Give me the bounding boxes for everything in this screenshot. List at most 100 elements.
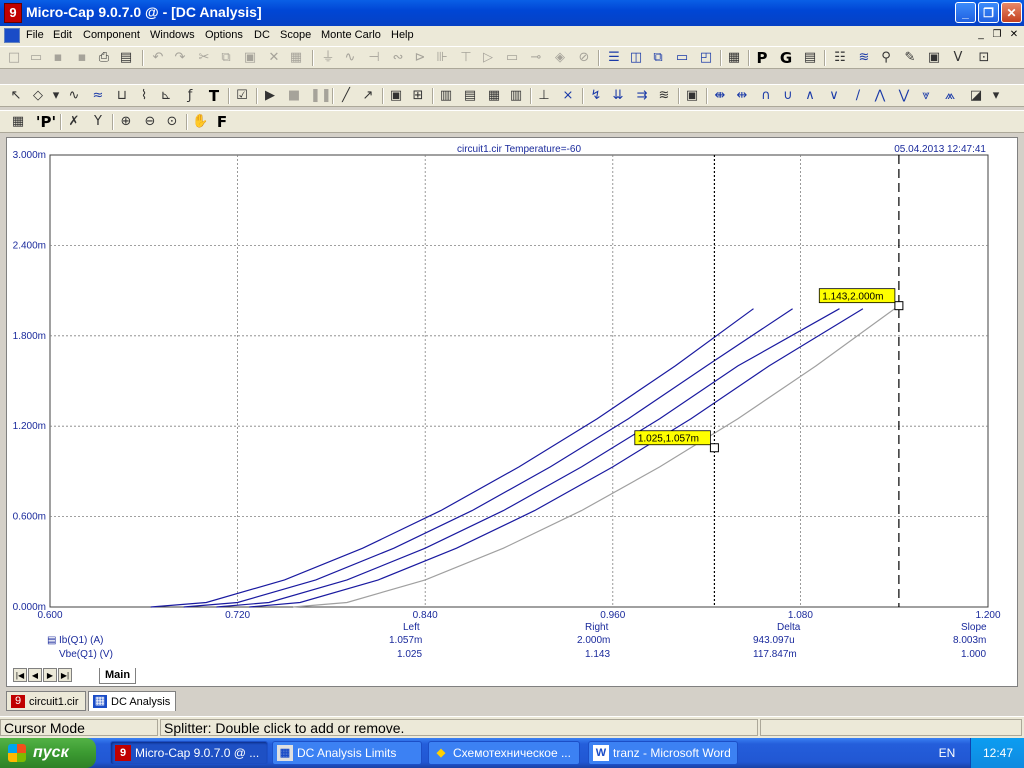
- display-icon[interactable]: ▣: [926, 50, 942, 66]
- grid-icon[interactable]: ⊞: [410, 88, 426, 104]
- task-schematic[interactable]: ◆ Схемотехническое ...: [428, 741, 580, 765]
- task-word[interactable]: W tranz - Microsoft Word: [588, 741, 738, 765]
- pause-icon[interactable]: ❚❚: [310, 88, 332, 104]
- save-icon[interactable]: ▪: [50, 50, 66, 66]
- paste-icon[interactable]: ▣: [242, 50, 258, 66]
- flag-icon[interactable]: ⊸: [528, 50, 544, 66]
- low-icon[interactable]: ∨: [826, 88, 842, 104]
- menu-windows[interactable]: Windows: [150, 29, 195, 41]
- open-file-icon[interactable]: ▭: [28, 50, 44, 66]
- resistor-icon[interactable]: ∿: [342, 50, 358, 66]
- select-all-icon[interactable]: ▦: [288, 50, 304, 66]
- print-preview-icon[interactable]: ▤: [118, 50, 134, 66]
- tab-circuit1[interactable]: 9 circuit1.cir: [6, 691, 86, 711]
- tile-vertical-icon[interactable]: ◫: [628, 50, 644, 66]
- probe-pin-icon[interactable]: ⚲: [878, 50, 894, 66]
- save-all-icon[interactable]: ▪: [74, 50, 90, 66]
- pen-icon[interactable]: ✎: [902, 50, 918, 66]
- dropdown-icon[interactable]: ▾: [48, 88, 64, 104]
- probe-icon[interactable]: ⊘: [576, 50, 592, 66]
- minimize-button[interactable]: _: [955, 2, 976, 23]
- monitor-icon[interactable]: ▣: [684, 88, 700, 104]
- tab-dc-analysis[interactable]: ▦ DC Analysis: [88, 691, 176, 711]
- run-icon[interactable]: ▶: [262, 88, 278, 104]
- mdi-restore-button[interactable]: ❐: [990, 29, 1004, 42]
- menu-options[interactable]: Options: [205, 29, 243, 41]
- ground-icon[interactable]: ⏚: [320, 50, 336, 66]
- cursor-cross-icon[interactable]: ⨯: [560, 88, 576, 104]
- waveform-icon[interactable]: ≋: [856, 50, 872, 66]
- select-arrow-icon[interactable]: ↖: [8, 88, 24, 104]
- mdi-document-icon[interactable]: [4, 28, 20, 43]
- inductor-icon[interactable]: ∾: [390, 50, 406, 66]
- window-split-icon[interactable]: ◰: [698, 50, 714, 66]
- global-low-icon[interactable]: ⋁: [896, 88, 912, 104]
- arrow-line-icon[interactable]: ↗: [360, 88, 376, 104]
- cursor-mode-icon[interactable]: ≈: [90, 88, 106, 104]
- language-indicator[interactable]: EN: [932, 738, 962, 768]
- vd-icon[interactable]: V: [950, 50, 966, 66]
- top-icon[interactable]: ⩔: [918, 88, 934, 104]
- redo-icon[interactable]: ↷: [172, 50, 188, 66]
- opamp-icon[interactable]: ▷: [480, 50, 496, 66]
- zoom-fit-icon[interactable]: ⊡: [976, 50, 992, 66]
- maximize-button[interactable]: ❐: [978, 2, 999, 23]
- palette-icon[interactable]: ◪: [968, 88, 984, 104]
- menu-monte-carlo[interactable]: Monte Carlo: [321, 29, 381, 41]
- global-high-icon[interactable]: ⋀: [872, 88, 888, 104]
- page-tab-main[interactable]: Main: [99, 668, 137, 684]
- transistor-icon[interactable]: ⊤: [458, 50, 474, 66]
- zoom-in-icon[interactable]: ⊕: [118, 114, 134, 130]
- cursor-right-icon[interactable]: ⇊: [610, 88, 626, 104]
- cursor-left-icon[interactable]: ↯: [588, 88, 604, 104]
- g-icon[interactable]: G: [778, 50, 794, 66]
- text-tool-icon[interactable]: T: [206, 88, 222, 104]
- fine-grid-icon[interactable]: ▥: [438, 88, 454, 104]
- bold-grid-icon[interactable]: ▦: [486, 88, 502, 104]
- numeric-output-icon[interactable]: ▦: [10, 114, 26, 130]
- close-button[interactable]: ✕: [1001, 2, 1022, 23]
- y-scale-icon[interactable]: Y: [90, 114, 106, 130]
- shapes-icon[interactable]: ◇: [30, 88, 46, 104]
- new-file-icon[interactable]: □: [6, 50, 22, 66]
- fo-icon[interactable]: ƒ: [182, 88, 198, 104]
- menu-scope[interactable]: Scope: [280, 29, 311, 41]
- cursor-move-icon[interactable]: ⇉: [634, 88, 650, 104]
- menu-component[interactable]: Component: [83, 29, 140, 41]
- window-icon[interactable]: ▭: [674, 50, 690, 66]
- component-list-icon[interactable]: ☷: [832, 50, 848, 66]
- inflection-icon[interactable]: ∕: [850, 88, 866, 104]
- valley-icon[interactable]: ∪: [780, 88, 796, 104]
- cursor-table-color-box[interactable]: ▤: [47, 635, 56, 646]
- pan-icon[interactable]: ✋: [192, 114, 208, 130]
- print-icon[interactable]: ⎙: [96, 50, 112, 66]
- frame-icon[interactable]: ▣: [388, 88, 404, 104]
- tag-icon[interactable]: ⊾: [158, 88, 174, 104]
- page-last-button[interactable]: ▶|: [58, 668, 72, 682]
- bottom-icon[interactable]: ⩕: [942, 88, 958, 104]
- diode-icon[interactable]: ⊳: [412, 50, 428, 66]
- menu-help[interactable]: Help: [391, 29, 414, 41]
- undo-icon[interactable]: ↶: [150, 50, 166, 66]
- plot-window[interactable]: 0.600 0.720 0.840 0.960 1.080 1.200 0.000m 0.60…: [6, 137, 1018, 687]
- zoom-extents-icon[interactable]: ⊙: [164, 114, 180, 130]
- page-first-button[interactable]: |◀: [13, 668, 27, 682]
- menu-file[interactable]: File: [26, 29, 44, 41]
- stop-icon[interactable]: ■: [286, 88, 302, 104]
- capacitor-icon[interactable]: ⊣: [366, 50, 382, 66]
- tracker-icon[interactable]: ≋: [656, 88, 672, 104]
- p-prime-icon[interactable]: 'P': [34, 114, 58, 130]
- x-scale-icon[interactable]: ✗: [66, 114, 82, 130]
- tile-horizontal-icon[interactable]: ☰: [606, 50, 622, 66]
- app-icon[interactable]: 9: [4, 3, 22, 23]
- line-icon[interactable]: ╱: [338, 88, 354, 104]
- axis-icon[interactable]: ⊥: [536, 88, 552, 104]
- dc-analysis-chart[interactable]: 0.600 0.720 0.840 0.960 1.080 1.2000.000m0.60…: [7, 138, 1017, 686]
- menu-edit[interactable]: Edit: [53, 29, 72, 41]
- p-icon[interactable]: P: [754, 50, 770, 66]
- mdi-minimize-button[interactable]: _: [974, 29, 988, 42]
- peak-icon[interactable]: ⌇: [136, 88, 152, 104]
- high-icon[interactable]: ∧: [802, 88, 818, 104]
- task-dc-analysis-limits[interactable]: ▦ DC Analysis Limits: [272, 741, 422, 765]
- cut-icon[interactable]: ✂: [196, 50, 212, 66]
